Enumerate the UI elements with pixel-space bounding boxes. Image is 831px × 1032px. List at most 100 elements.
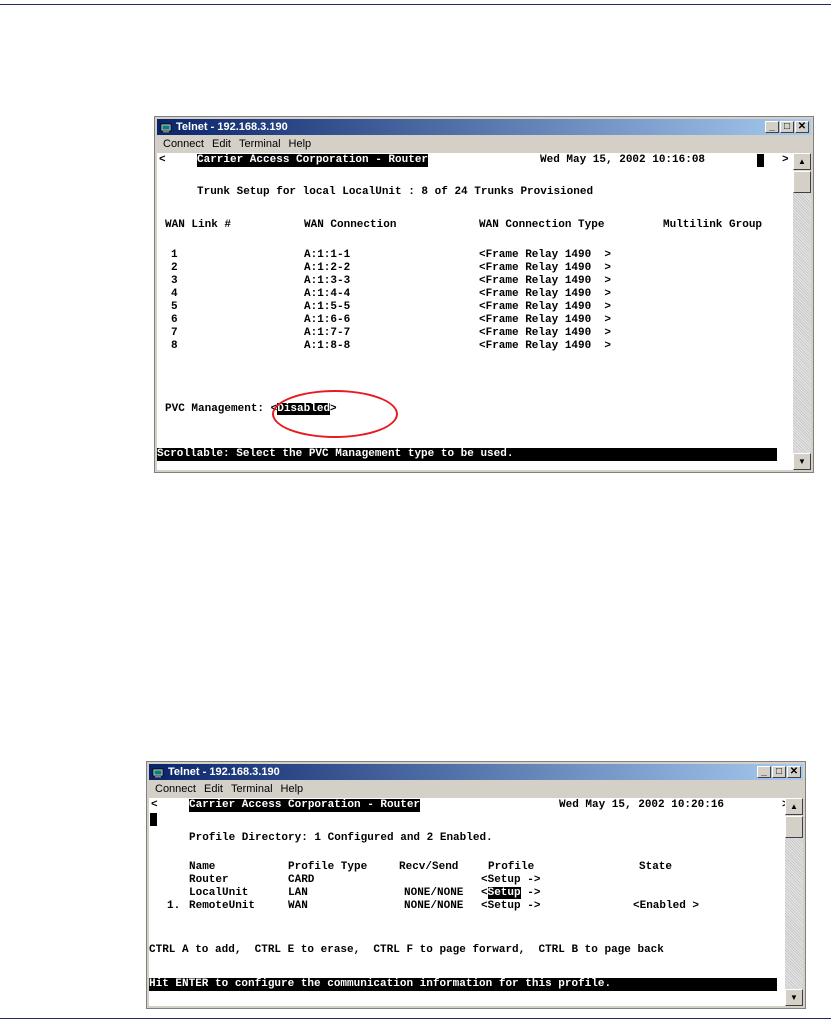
close-icon[interactable]: ✕ [795, 121, 809, 133]
bottom-rule [0, 1018, 831, 1019]
terminal-screen[interactable]: < Carrier Access Corporation - Router We… [157, 153, 793, 470]
scroll-up-icon[interactable]: ▲ [785, 798, 803, 815]
menu-terminal[interactable]: Terminal [231, 781, 273, 797]
menu-help[interactable]: Help [281, 781, 304, 797]
profile-name: LocalUnit [189, 887, 249, 899]
telnet-window-trunk-setup: Telnet - 192.168.3.190 _ □ ✕ Connect Edit… [154, 116, 814, 473]
menu-help[interactable]: Help [289, 136, 312, 152]
profile-setup-row: <Setup -> [481, 874, 540, 887]
wan-connection: A:1:8-8 [304, 340, 351, 352]
wan-link-number: 8 [171, 340, 178, 352]
col-state: State [639, 861, 673, 873]
terminal-cursor [757, 154, 764, 167]
wan-connection-type-selector[interactable]: <Frame Relay 1490 > [479, 288, 611, 301]
recv-send: NONE/NONE [404, 900, 464, 912]
menu-edit[interactable]: Edit [204, 781, 223, 797]
header-left-arrow: < [159, 154, 166, 166]
scroll-down-icon[interactable]: ▼ [793, 453, 811, 470]
wan-connection: A:1:6-6 [304, 314, 351, 326]
scroll-thumb[interactable] [793, 171, 811, 193]
minimize-icon[interactable]: _ [765, 121, 779, 133]
profile-setup-link[interactable]: Setup [487, 887, 521, 899]
col-recv-send: Recv/Send [399, 861, 459, 873]
header-title: Carrier Access Corporation - Router [189, 799, 421, 812]
menu-terminal[interactable]: Terminal [239, 136, 281, 152]
terminal-cursor [150, 813, 157, 826]
trunk-setup-subtitle: Trunk Setup for local LocalUnit : 8 of 2… [197, 186, 594, 198]
wan-link-number: 6 [171, 314, 178, 326]
status-line: Scrollable: Select the PVC Management ty… [157, 448, 777, 461]
wan-connection-type-selector[interactable]: <Frame Relay 1490 > [479, 262, 611, 275]
wan-connection: A:1:7-7 [304, 327, 351, 339]
wan-connection-type-selector[interactable]: <Frame Relay 1490 > [479, 249, 611, 262]
pvc-management-label: PVC Management: [165, 403, 271, 415]
annotation-circle [272, 390, 398, 438]
wan-link-number: 3 [171, 275, 178, 287]
wan-connection-type-selector[interactable]: <Frame Relay 1490 > [479, 301, 611, 314]
telnet-icon [152, 768, 164, 778]
title-bar[interactable]: Telnet - 192.168.3.190 _ □ ✕ [157, 119, 811, 135]
profile-setup-link[interactable]: Setup [488, 874, 521, 886]
wan-link-number: 5 [171, 301, 178, 313]
wan-link-number: 4 [171, 288, 178, 300]
profile-name: Router [189, 874, 229, 886]
wan-connection: A:1:2-2 [304, 262, 351, 274]
menu-bar: Connect Edit Terminal Help [157, 136, 811, 152]
setup-arrow: -> [520, 887, 541, 899]
close-icon[interactable]: ✕ [787, 766, 801, 778]
profile-type: CARD [288, 874, 315, 886]
wan-connection: A:1:3-3 [304, 275, 351, 287]
setup-open-bracket: < [481, 874, 488, 886]
setup-open-bracket: < [481, 887, 488, 899]
vertical-scrollbar[interactable]: ▲ ▼ [785, 798, 803, 1006]
menu-edit[interactable]: Edit [212, 136, 231, 152]
row-number: 1. [167, 900, 181, 912]
wan-connection: A:1:5-5 [304, 301, 351, 313]
setup-arrow: -> [520, 874, 541, 886]
wan-connection-type-selector[interactable]: <Frame Relay 1490 > [479, 314, 611, 327]
window-title: Telnet - 192.168.3.190 [168, 766, 280, 778]
wan-link-number: 1 [171, 249, 178, 261]
status-line: Hit ENTER to configure the communication… [149, 978, 777, 991]
profile-directory-subtitle: Profile Directory: 1 Configured and 2 En… [189, 832, 493, 844]
header-title: Carrier Access Corporation - Router [197, 154, 429, 167]
telnet-window-profile-directory: Telnet - 192.168.3.190 _ □ ✕ Connect Edit… [146, 761, 806, 1009]
setup-arrow: -> [520, 900, 541, 912]
wan-connection-type-selector[interactable]: <Frame Relay 1490 > [479, 327, 611, 340]
top-rule [0, 4, 831, 5]
maximize-icon[interactable]: □ [780, 121, 794, 133]
profile-setup-row: <Setup -> [481, 900, 540, 913]
vertical-scrollbar[interactable]: ▲ ▼ [793, 153, 811, 470]
minimize-icon[interactable]: _ [757, 766, 771, 778]
recv-send: NONE/NONE [404, 887, 464, 899]
wan-link-number: 7 [171, 327, 178, 339]
col-profile-type: Profile Type [288, 861, 368, 873]
header-right-arrow: > [782, 154, 789, 166]
profile-type: WAN [288, 900, 308, 912]
wan-link-number: 2 [171, 262, 178, 274]
wan-connection-type-selector[interactable]: <Frame Relay 1490 > [479, 275, 611, 288]
window-title: Telnet - 192.168.3.190 [176, 121, 288, 133]
profile-setup-row: <Setup -> [481, 887, 540, 900]
scroll-up-icon[interactable]: ▲ [793, 153, 811, 170]
scroll-down-icon[interactable]: ▼ [785, 989, 803, 1006]
menu-bar: Connect Edit Terminal Help [149, 781, 803, 797]
menu-connect[interactable]: Connect [163, 136, 204, 152]
menu-connect[interactable]: Connect [155, 781, 196, 797]
col-wan-link: WAN Link # [165, 219, 232, 231]
wan-connection: A:1:1-1 [304, 249, 351, 261]
title-bar[interactable]: Telnet - 192.168.3.190 _ □ ✕ [149, 764, 803, 780]
wan-connection: A:1:4-4 [304, 288, 351, 300]
col-wan-connection: WAN Connection [304, 219, 397, 231]
setup-open-bracket: < [481, 900, 488, 912]
wan-connection-type-selector[interactable]: <Frame Relay 1490 > [479, 340, 611, 353]
state-selector[interactable]: <Enabled > [633, 900, 699, 913]
profile-setup-link[interactable]: Setup [488, 900, 521, 912]
header-datetime: Wed May 15, 2002 10:20:16 [559, 799, 725, 811]
telnet-icon [160, 123, 172, 133]
terminal-screen[interactable]: < Carrier Access Corporation - Router We… [149, 798, 785, 1006]
profile-name: RemoteUnit [189, 900, 256, 912]
scroll-thumb[interactable] [785, 816, 803, 838]
keyboard-help: CTRL A to add, CTRL E to erase, CTRL F t… [149, 944, 664, 956]
maximize-icon[interactable]: □ [772, 766, 786, 778]
